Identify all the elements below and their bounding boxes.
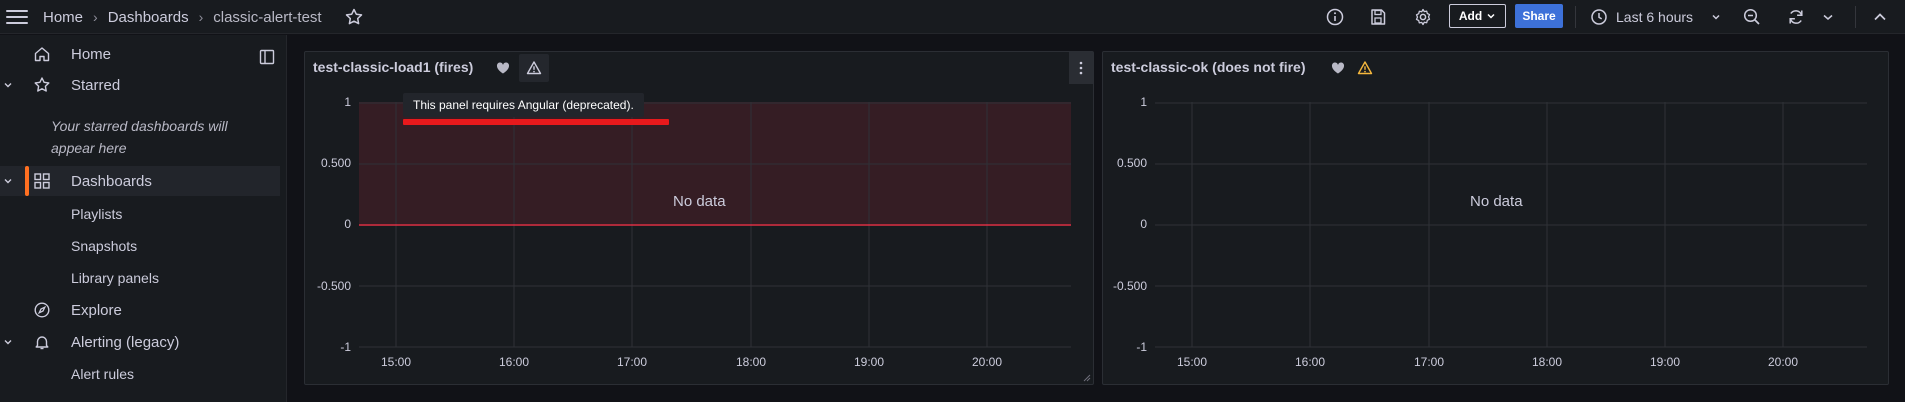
- sidebar-item-label: Explore: [71, 301, 122, 319]
- breadcrumb: Home › Dashboards › classic-alert-test: [43, 0, 322, 34]
- x-tick: 15:00: [1176, 355, 1208, 369]
- x-tick: 17:00: [616, 355, 648, 369]
- bell-icon: [35, 336, 49, 350]
- sidebar-item-label: Starred: [71, 76, 121, 94]
- x-tick: 19:00: [1649, 355, 1681, 369]
- compass-icon: [34, 302, 50, 318]
- sidebar-item-playlists[interactable]: Playlists: [71, 206, 122, 222]
- zoom-out-icon[interactable]: [1742, 7, 1762, 27]
- panel-menu-button[interactable]: [1069, 52, 1093, 84]
- home-icon: [34, 47, 50, 62]
- time-range-label: Last 6 hours: [1616, 9, 1694, 25]
- y-tick: -1: [1136, 340, 1147, 354]
- no-data-message: No data: [1470, 193, 1523, 210]
- breadcrumb-home[interactable]: Home: [43, 9, 83, 26]
- x-tick: 20:00: [1767, 355, 1799, 369]
- dashboards-grid-icon: [34, 173, 50, 189]
- panel-title[interactable]: test-classic-load1 (fires): [313, 59, 473, 75]
- sidebar-item-home[interactable]: Home: [0, 39, 280, 69]
- time-range-picker[interactable]: Last 6 hours: [1590, 0, 1721, 34]
- active-indicator: [25, 166, 29, 196]
- share-button[interactable]: Share: [1515, 4, 1563, 28]
- sidebar-item-explore[interactable]: Explore: [0, 295, 280, 325]
- sidebar-item-library-panels[interactable]: Library panels: [71, 270, 159, 286]
- sidebar-item-alert-rules[interactable]: Alert rules: [71, 366, 134, 382]
- star-icon: [34, 77, 50, 92]
- x-tick: 19:00: [853, 355, 885, 369]
- y-tick: 1: [344, 95, 351, 109]
- breadcrumb-dashboards[interactable]: Dashboards: [108, 9, 189, 26]
- x-tick: 16:00: [1294, 355, 1326, 369]
- x-tick: 20:00: [971, 355, 1003, 369]
- info-icon[interactable]: [1325, 7, 1345, 27]
- sidebar-item-starred[interactable]: Starred: [0, 70, 280, 100]
- chevron-down-icon: [1487, 13, 1495, 19]
- sidebar-item-label: Dashboards: [71, 172, 152, 190]
- top-bar: Home › Dashboards › classic-alert-test A…: [0, 0, 1905, 34]
- y-tick: 0: [344, 217, 351, 231]
- y-tick: -0.500: [316, 279, 351, 293]
- y-tick: -0.500: [1112, 279, 1147, 293]
- sidebar-item-label: Home: [71, 45, 112, 63]
- divider: [1575, 6, 1576, 28]
- settings-gear-icon[interactable]: [1413, 7, 1433, 27]
- chevron-down-icon: [1712, 14, 1720, 20]
- y-tick: -1: [340, 340, 351, 354]
- x-tick: 18:00: [1531, 355, 1563, 369]
- refresh-interval-chevron-icon[interactable]: [1822, 7, 1834, 27]
- chevron-down-icon[interactable]: [2, 336, 14, 348]
- angular-warning-button[interactable]: [519, 54, 549, 82]
- breadcrumb-separator-icon: ›: [93, 9, 98, 25]
- star-icon[interactable]: [344, 7, 364, 27]
- heart-icon: [496, 62, 510, 74]
- sidebar-item-dashboards[interactable]: Dashboards: [0, 166, 280, 196]
- sidebar: Home Starred Your starred dashboards wil…: [0, 35, 287, 402]
- y-tick: 0: [1140, 217, 1147, 231]
- warning-icon[interactable]: [1357, 60, 1373, 76]
- y-tick: 0.500: [1116, 156, 1147, 170]
- no-data-message: No data: [673, 193, 726, 210]
- sidebar-item-snapshots[interactable]: Snapshots: [71, 238, 137, 254]
- graph-plot-area: [359, 102, 1071, 348]
- add-button[interactable]: Add: [1449, 4, 1506, 28]
- warning-icon: [526, 61, 542, 75]
- refresh-icon[interactable]: [1786, 7, 1806, 27]
- panel-ok: test-classic-ok (does not fire) 1 0.500 …: [1102, 51, 1889, 385]
- starred-empty-text: Your starred dashboards will appear here: [51, 118, 228, 156]
- x-tick: 15:00: [380, 355, 412, 369]
- panel-title[interactable]: test-classic-ok (does not fire): [1111, 59, 1306, 75]
- breadcrumb-current: classic-alert-test: [213, 8, 322, 26]
- y-tick: 1: [1140, 95, 1147, 109]
- more-vertical-icon: [1079, 61, 1083, 75]
- x-tick: 17:00: [1413, 355, 1445, 369]
- x-tick: 18:00: [735, 355, 767, 369]
- chevron-up-icon[interactable]: [1870, 7, 1890, 27]
- y-tick: 0.500: [320, 156, 351, 170]
- annotation-underline: [403, 119, 669, 125]
- clock-icon: [1591, 9, 1607, 25]
- x-tick: 16:00: [498, 355, 530, 369]
- angular-deprecation-tooltip: This panel requires Angular (deprecated)…: [403, 93, 644, 117]
- chevron-down-icon[interactable]: [2, 79, 14, 91]
- graph-plot-area: [1155, 102, 1867, 348]
- breadcrumb-separator-icon: ›: [198, 9, 204, 25]
- chevron-down-icon[interactable]: [2, 175, 14, 187]
- sidebar-item-alerting[interactable]: Alerting (legacy): [0, 327, 280, 357]
- divider: [1855, 6, 1856, 28]
- add-button-label: Add: [1458, 9, 1483, 23]
- heart-icon: [1331, 62, 1345, 74]
- resize-handle-icon[interactable]: [1083, 374, 1091, 382]
- sidebar-item-label: Alerting (legacy): [71, 333, 180, 351]
- menu-icon[interactable]: [6, 6, 28, 28]
- save-icon[interactable]: [1368, 7, 1388, 27]
